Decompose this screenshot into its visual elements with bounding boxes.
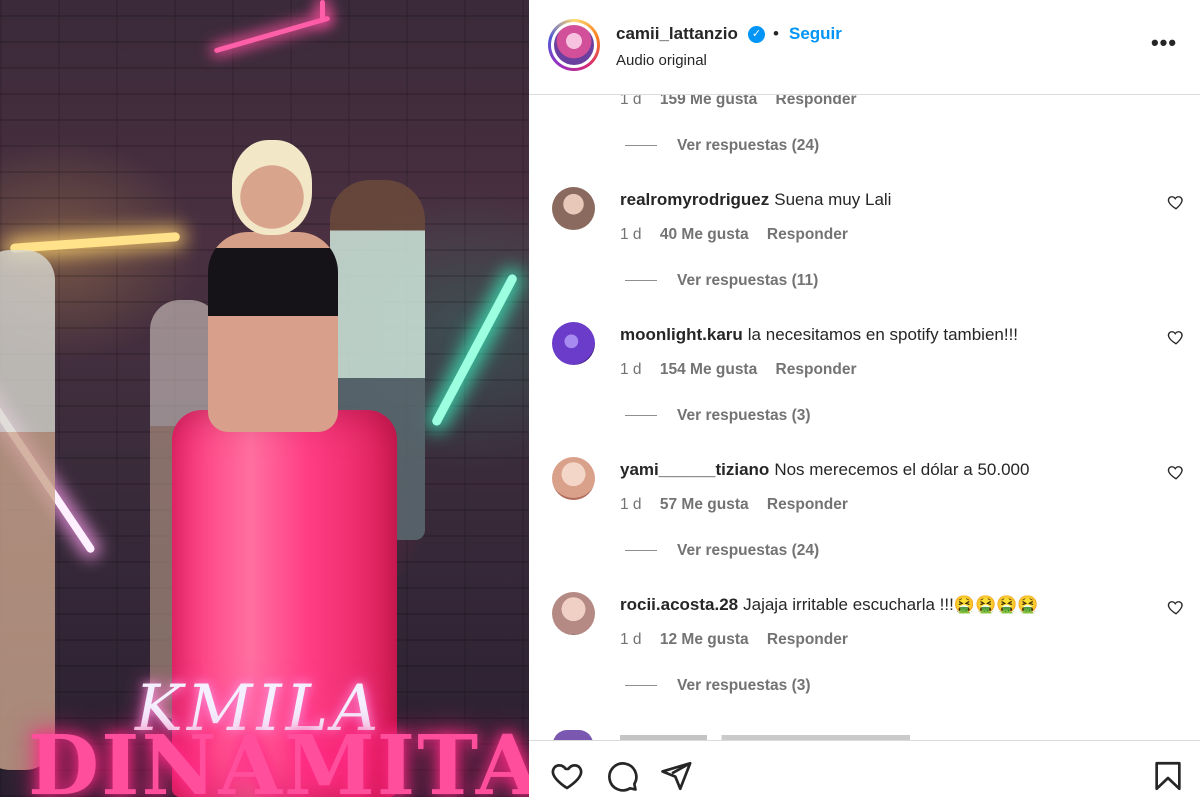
- comment-icon[interactable]: [605, 759, 639, 793]
- avatar[interactable]: [552, 187, 595, 230]
- avatar[interactable]: [552, 592, 595, 635]
- reply-button[interactable]: Responder: [776, 95, 857, 108]
- comments-list[interactable]: 1 d 159 Me gusta Responder Ver respuesta…: [529, 95, 1200, 740]
- comment-time: 1 d: [620, 496, 642, 513]
- comment-likes[interactable]: 159 Me gusta: [660, 95, 757, 108]
- comment-meta: 1 d 40 Me gusta Responder: [620, 226, 862, 244]
- audio-link[interactable]: Audio original: [616, 52, 707, 69]
- reply-button[interactable]: Responder: [776, 361, 857, 378]
- heart-icon[interactable]: [1167, 193, 1185, 211]
- comment-meta: 1 d 154 Me gusta Responder: [620, 361, 871, 379]
- comment-username[interactable]: moonlight.karu: [620, 325, 743, 344]
- view-replies-button[interactable]: Ver respuestas (24): [625, 137, 819, 155]
- comment-likes[interactable]: 57 Me gusta: [660, 496, 749, 513]
- more-options-icon[interactable]: •••: [1149, 30, 1179, 60]
- comment-meta: 1 d 12 Me gusta Responder: [620, 631, 862, 649]
- comment-username[interactable]: realromyrodriguez: [620, 190, 769, 209]
- comment-likes[interactable]: 154 Me gusta: [660, 361, 757, 378]
- reply-button[interactable]: Responder: [767, 226, 848, 243]
- avatar[interactable]: [552, 322, 595, 365]
- comment-username[interactable]: rocii.acosta.28: [620, 595, 738, 614]
- separator-dot: •: [773, 24, 779, 43]
- view-replies-button[interactable]: Ver respuestas (11): [625, 272, 818, 290]
- heart-icon[interactable]: [1167, 598, 1185, 616]
- post-header: camii_lattanzio ✓ • Seguir Audio origina…: [529, 0, 1200, 95]
- comment-text: rocii.acosta.28 Jajaja irritable escuchar…: [620, 595, 1039, 614]
- avatar[interactable]: [553, 730, 593, 740]
- post-panel: camii_lattanzio ✓ • Seguir Audio origina…: [529, 0, 1200, 797]
- reply-button[interactable]: Responder: [767, 631, 848, 648]
- bookmark-icon[interactable]: [1151, 759, 1185, 793]
- comment-time: 1 d: [620, 361, 642, 378]
- heart-icon[interactable]: [550, 759, 584, 793]
- comment-time: 1 d: [620, 631, 642, 648]
- comment-text: moonlight.karu la necesitamos en spotify …: [620, 325, 1019, 344]
- heart-icon[interactable]: [1167, 328, 1185, 346]
- comment-meta: 1 d 159 Me gusta Responder: [620, 95, 871, 109]
- view-replies-button[interactable]: Ver respuestas (24): [625, 542, 819, 560]
- comment-username[interactable]: yami______tiziano: [620, 460, 769, 479]
- heart-icon[interactable]: [1167, 463, 1185, 481]
- share-icon[interactable]: [659, 759, 693, 793]
- comment-likes[interactable]: 40 Me gusta: [660, 226, 749, 243]
- reel-video[interactable]: KMILA DINAMITA: [0, 0, 529, 797]
- comment-meta: 1 d 57 Me gusta Responder: [620, 496, 862, 514]
- comment-text: realromyrodriguez Suena muy Lali: [620, 190, 892, 209]
- view-replies-button[interactable]: Ver respuestas (3): [625, 677, 811, 695]
- post-username[interactable]: camii_lattanzio: [616, 24, 738, 44]
- view-replies-button[interactable]: Ver respuestas (3): [625, 407, 811, 425]
- comment-likes[interactable]: 12 Me gusta: [660, 631, 749, 648]
- comment-time: 1 d: [620, 95, 642, 108]
- singer-figure: [208, 232, 338, 432]
- background-dancer: [0, 250, 55, 770]
- follow-button[interactable]: Seguir: [789, 24, 842, 44]
- comment-time: 1 d: [620, 226, 642, 243]
- comment-text: yami______tiziano Nos merecemos el dólar …: [620, 460, 1030, 479]
- avatar[interactable]: [552, 457, 595, 500]
- avatar[interactable]: [548, 19, 600, 71]
- neon-light: [320, 0, 325, 22]
- song-title-logo: DINAMITA: [28, 718, 529, 797]
- singer-figure: [232, 140, 312, 235]
- verified-badge-icon: ✓: [748, 26, 765, 43]
- reply-button[interactable]: Responder: [767, 496, 848, 513]
- action-bar: [529, 740, 1200, 797]
